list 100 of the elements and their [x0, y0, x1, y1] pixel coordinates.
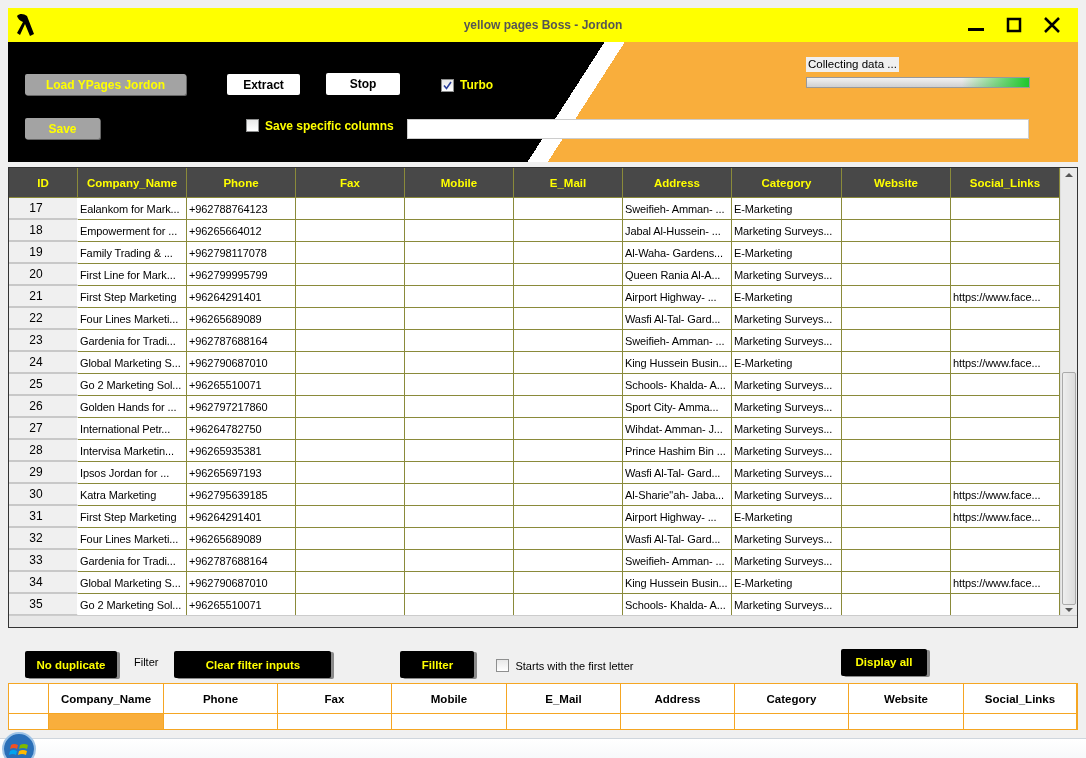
table-cell: Family Trading & ... — [78, 242, 187, 264]
column-header[interactable]: Phone — [164, 684, 278, 714]
column-header[interactable]: Social_Links — [964, 684, 1077, 714]
table-cell: +96265510071 — [187, 594, 296, 616]
checkbox-label: Save specific columns — [265, 118, 394, 133]
column-header[interactable]: Mobile — [392, 684, 507, 714]
table-cell: +962797217860 — [187, 396, 296, 418]
table-cell: Prince Hashim Bin ... — [623, 440, 732, 462]
table-cell: +962795639185 — [187, 484, 296, 506]
input-cell[interactable] — [49, 714, 164, 729]
extract-button[interactable]: Extract — [227, 74, 300, 95]
column-header[interactable]: Social_Links — [951, 168, 1060, 198]
table-cell: King Hussein Busin... — [623, 572, 732, 594]
row-id: 18 — [9, 220, 78, 242]
table-cell: Four Lines Marketi... — [78, 528, 187, 550]
table-cell: Marketing Surveys... — [732, 440, 842, 462]
table-cell: Katra Marketing — [78, 484, 187, 506]
table-cell: First Step Marketing — [78, 506, 187, 528]
row-id: 25 — [9, 374, 78, 396]
table-cell: Al-Waha- Gardens... — [623, 242, 732, 264]
row-id: 17 — [9, 198, 78, 220]
table-cell: Global Marketing S... — [78, 352, 187, 374]
table-cell: https://www.face... — [951, 286, 1060, 308]
column-header[interactable]: Company_Name — [78, 168, 187, 198]
column-header[interactable]: Fax — [278, 684, 392, 714]
table-cell: Schools- Khalda- A... — [623, 374, 732, 396]
table-cell: Gardenia for Tradi... — [78, 550, 187, 572]
table-cell: Ealankom for Mark... — [78, 198, 187, 220]
row-id: 27 — [9, 418, 78, 440]
row-id: 35 — [9, 594, 78, 616]
scroll-thumb[interactable] — [1062, 371, 1076, 606]
no-duplicate-button[interactable]: No duplicate — [25, 651, 117, 678]
table-cell: Ipsos Jordan for ... — [78, 462, 187, 484]
table-cell: Queen Rania Al-A... — [623, 264, 732, 286]
row-id: 30 — [9, 484, 78, 506]
table-cell: +96265935381 — [187, 440, 296, 462]
checkbox[interactable] — [441, 78, 454, 92]
column-header[interactable]: Website — [842, 168, 951, 198]
table-cell: International Petr... — [78, 418, 187, 440]
checkbox[interactable] — [496, 659, 510, 672]
row-id: 26 — [9, 396, 78, 418]
table-cell: https://www.face... — [951, 484, 1060, 506]
clear-filter-button[interactable]: Clear filter inputs — [174, 651, 332, 678]
row-id: 20 — [9, 264, 78, 286]
table-cell: First Step Marketing — [78, 286, 187, 308]
checkbox-label: Starts with the first letter — [515, 659, 634, 672]
table-cell: Al-Sharie"ah- Jaba... — [623, 484, 732, 506]
table-cell: Sweifieh- Amman- ... — [623, 198, 732, 220]
table-cell: First Line for Mark... — [78, 264, 187, 286]
table-cell: +962790687010 — [187, 352, 296, 374]
table-cell: Sweifieh- Amman- ... — [623, 330, 732, 352]
column-header[interactable]: E_Mail — [507, 684, 621, 714]
table-cell: Wasfi Al-Tal- Gard... — [623, 308, 732, 330]
display-all-button[interactable]: Display all — [841, 648, 927, 676]
stop-button[interactable]: Stop — [326, 73, 400, 95]
checkbox-label: Turbo — [460, 78, 494, 92]
table-cell: +962787688164 — [187, 550, 296, 572]
columns-input-field[interactable] — [406, 118, 1029, 139]
table-cell: Gardenia for Tradi... — [78, 330, 187, 352]
table-cell: Marketing Surveys... — [732, 264, 842, 286]
filter-label: Filter — [134, 655, 159, 668]
table-cell: https://www.face... — [951, 352, 1060, 374]
column-header[interactable]: Fax — [296, 168, 405, 198]
row-id: 23 — [9, 330, 78, 352]
table-cell: E-Marketing — [732, 572, 842, 594]
table-cell: Airport Highway- ... — [623, 286, 732, 308]
column-header[interactable]: Website — [849, 684, 964, 714]
column-header[interactable]: Category — [732, 168, 842, 198]
row-id: 19 — [9, 242, 78, 264]
table-cell: +96265697193 — [187, 462, 296, 484]
column-header[interactable]: Phone — [187, 168, 296, 198]
row-id: 24 — [9, 352, 78, 374]
table-cell: E-Marketing — [732, 198, 842, 220]
table-cell: Marketing Surveys... — [732, 528, 842, 550]
checkbox[interactable] — [246, 119, 259, 132]
table-cell: Marketing Surveys... — [732, 418, 842, 440]
table-cell: Empowerment for ... — [78, 220, 187, 242]
maximize-icon[interactable] — [1004, 15, 1024, 35]
table-cell: +962788764123 — [187, 198, 296, 220]
table-cell: Marketing Surveys... — [732, 374, 842, 396]
column-header[interactable]: Category — [735, 684, 849, 714]
column-header[interactable]: Address — [623, 168, 732, 198]
table-cell: Marketing Surveys... — [732, 484, 842, 506]
filter-button[interactable]: Fillter — [400, 651, 475, 678]
table-cell: Marketing Surveys... — [732, 330, 842, 352]
column-header[interactable]: E_Mail — [514, 168, 623, 198]
row-id: 21 — [9, 286, 78, 308]
column-header[interactable]: Mobile — [405, 168, 514, 198]
status-label: Collecting data ... — [806, 57, 899, 72]
horizontal-scrollbar[interactable] — [9, 615, 1077, 627]
column-header[interactable]: Address — [621, 684, 735, 714]
close-icon[interactable] — [1042, 15, 1062, 35]
column-header[interactable]: ID — [9, 168, 78, 198]
table-cell: +962799995799 — [187, 264, 296, 286]
table-cell: +96265664012 — [187, 220, 296, 242]
row-id: 32 — [9, 528, 78, 550]
table-cell: Golden Hands for ... — [78, 396, 187, 418]
row-id: 22 — [9, 308, 78, 330]
scrollbar[interactable] — [1060, 168, 1077, 615]
table-cell: Wasfi Al-Tal- Gard... — [623, 462, 732, 484]
